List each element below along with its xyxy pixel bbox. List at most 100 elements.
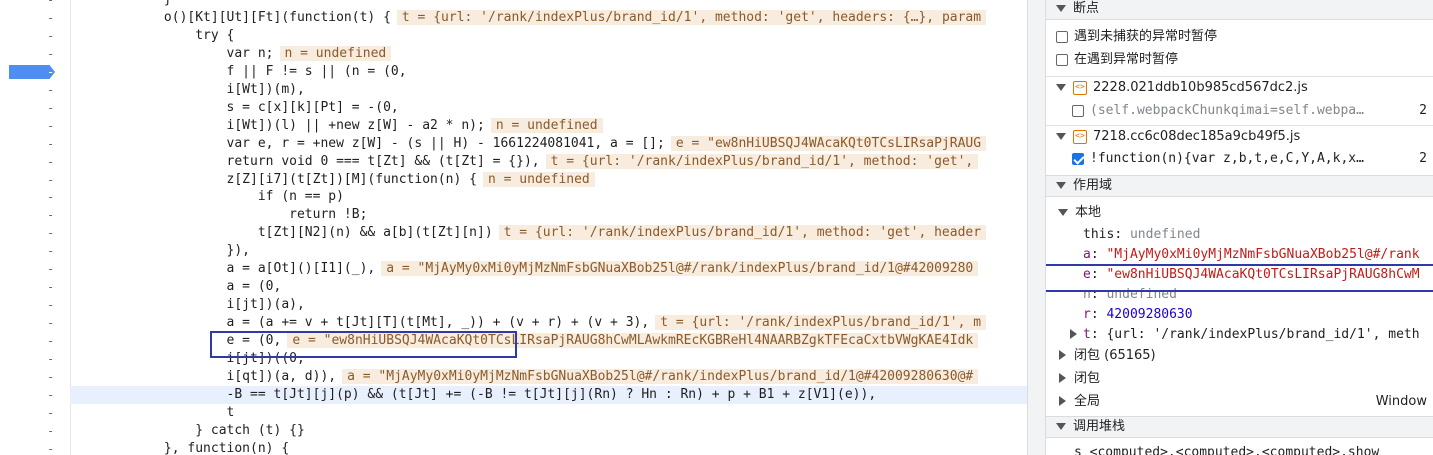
code-line[interactable]: i[qt])(a, d)), a = "MjAyMy0xMi0yMjMzNmFsb… bbox=[70, 368, 1027, 386]
gutter-line[interactable]: - bbox=[0, 314, 70, 332]
code-line[interactable]: a = a[Ot]()[I1](_), a = "MjAyMy0xMi0yMjMz… bbox=[70, 260, 1027, 278]
code-line[interactable]: o()[Kt][Ut][Ft](function(t) {t = {url: '… bbox=[70, 9, 1027, 27]
code-text: i[Wt])(m), bbox=[70, 82, 305, 97]
code-line[interactable]: a = (0, bbox=[70, 278, 1027, 296]
code-line[interactable]: var e, r = +new z[W] - (s || H) - 166122… bbox=[70, 135, 1027, 153]
code-line[interactable]: var n; n = undefined bbox=[70, 45, 1027, 63]
code-line[interactable]: a = (a += v + t[Jt][T](t[Mt], _)) + (v +… bbox=[70, 314, 1027, 332]
gutter-line[interactable]: - bbox=[0, 350, 70, 368]
gutter-line[interactable]: - bbox=[0, 368, 70, 386]
var-value: "MjAyMy0xMi0yMjMzNmFsbGNuaXBob25l@#/rank bbox=[1106, 247, 1420, 262]
scope-var-t[interactable]: t: {url: '/rank/indexPlus/brand_id/1', m… bbox=[1070, 324, 1433, 346]
checkbox-icon[interactable] bbox=[1056, 30, 1068, 43]
line-gutter[interactable]: - - - - - - - - - - - - - - - - - - - - - - - - - - bbox=[0, 0, 71, 455]
code-line[interactable]: } bbox=[70, 0, 1027, 9]
line-dash: - bbox=[47, 280, 55, 294]
code-text: o()[Kt][Ut][Ft](function(t) { bbox=[70, 10, 391, 25]
var-key: a bbox=[1083, 247, 1091, 262]
gutter-line[interactable]: - bbox=[0, 260, 70, 278]
callstack-section-header[interactable]: 调用堆栈 bbox=[1046, 416, 1433, 438]
scope-local[interactable]: 本地 bbox=[1048, 202, 1433, 224]
callstack-frame[interactable]: s <computed>.<computed>.<computed>.show bbox=[1074, 442, 1433, 455]
code-line[interactable]: if (n == p) bbox=[70, 188, 1027, 206]
code-line[interactable]: }), bbox=[70, 242, 1027, 260]
breakpoint-marker[interactable]: - bbox=[0, 63, 70, 81]
code-line[interactable]: t[Zt][N2](n) && a[b](t[Zt][n]) t = {url: … bbox=[70, 224, 1027, 242]
code-line[interactable]: i[Wt])(m), bbox=[70, 81, 1027, 99]
gutter-line[interactable]: - bbox=[0, 224, 70, 242]
line-dash: - bbox=[47, 190, 55, 204]
code-editor[interactable]: - - - - - - - - - - - - - - - - - - - - - - - - - - } o()[Kt][Ut]… bbox=[0, 0, 1027, 455]
scope-global[interactable]: 全局 Window bbox=[1048, 391, 1433, 413]
checkbox-icon[interactable] bbox=[1056, 53, 1068, 66]
expand-arrow-icon bbox=[1056, 132, 1066, 140]
code-text: a = (a += v + t[Jt][T](t[Mt], _)) + (v +… bbox=[70, 315, 650, 330]
code-line[interactable]: } catch (t) {} bbox=[70, 422, 1027, 440]
var-key: this bbox=[1083, 227, 1115, 242]
scope-var-a[interactable]: a: "MjAyMy0xMi0yMjMzNmFsbGNuaXBob25l@#/r… bbox=[1083, 244, 1433, 266]
line-dash: - bbox=[47, 11, 55, 25]
line-dash: - bbox=[47, 83, 55, 97]
gutter-line[interactable]: - bbox=[0, 386, 70, 404]
code-line[interactable]: s = c[x][k][Pt] = -(0, bbox=[70, 99, 1027, 117]
gutter-line[interactable]: - bbox=[0, 188, 70, 206]
panel-splitter[interactable] bbox=[1027, 0, 1046, 455]
scope-closure-1[interactable]: 闭包 (65165) bbox=[1048, 345, 1433, 367]
line-dash: - bbox=[47, 424, 55, 438]
code-text: if (n == p) bbox=[70, 189, 344, 204]
gutter-line[interactable]: - bbox=[0, 81, 70, 99]
scope-section-header[interactable]: 作用域 bbox=[1046, 175, 1433, 197]
gutter-line[interactable]: - bbox=[0, 153, 70, 171]
var-key: t bbox=[1083, 327, 1091, 342]
collapse-arrow-icon bbox=[1059, 373, 1066, 383]
gutter-line[interactable]: - bbox=[0, 440, 70, 455]
code-line[interactable]: return void 0 === t[Zt] && (t[Zt] = {}),… bbox=[70, 153, 1027, 171]
gutter-line[interactable]: - bbox=[0, 135, 70, 153]
breakpoint-file-1[interactable]: <> 2228.021ddb10b985cd567dc2.js bbox=[1046, 76, 1433, 99]
code-line[interactable]: z[Z][i7](t[Zt])[M](function(n) {n = unde… bbox=[70, 171, 1027, 189]
line-dash: - bbox=[47, 316, 55, 330]
scope-var-this[interactable]: this: undefined bbox=[1083, 224, 1433, 246]
gutter-line[interactable]: - bbox=[0, 242, 70, 260]
code-line[interactable]: return !B; bbox=[70, 206, 1027, 224]
gutter-line[interactable]: - bbox=[0, 422, 70, 440]
code-text: } bbox=[70, 0, 172, 7]
breakpoint-file-2[interactable]: <> 7218.cc6c08dec185a9cb49f5.js bbox=[1046, 125, 1433, 148]
breakpoint-arrow-icon[interactable]: - bbox=[9, 65, 55, 79]
checkbox-checked-icon[interactable] bbox=[1072, 152, 1084, 165]
breakpoint-entry-2[interactable]: !function(n){var z,b,t,e,C,Y,A,k,x… 2 bbox=[1072, 148, 1433, 170]
current-execution-line[interactable]: -B == t[Jt][j](p) && (t[Jt] += (-B != t[… bbox=[70, 386, 1027, 404]
code-line[interactable]: i[Wt])(l) || +new z[W] - a2 * n); n = und… bbox=[70, 117, 1027, 135]
inline-value-annotation: e = "ew8nHiUBSQJ4WAcaKQt0TCsLIRsaPjRAUG bbox=[670, 136, 987, 151]
code-text: t bbox=[70, 405, 235, 420]
breakpoints-section-header[interactable]: 断点 bbox=[1046, 0, 1433, 20]
gutter-line[interactable]: - bbox=[0, 332, 70, 350]
gutter-line[interactable]: - bbox=[0, 99, 70, 117]
code-line[interactable]: f || F != s || (n = (0, bbox=[70, 63, 1027, 81]
line-dash: - bbox=[47, 155, 55, 169]
inline-value-annotation: a = "MjAyMy0xMi0yMjMzNmFsbGNuaXBob25l@#/… bbox=[342, 369, 979, 384]
line-dash: - bbox=[47, 47, 55, 61]
gutter-line[interactable]: - bbox=[0, 27, 70, 45]
scope-closure-2[interactable]: 闭包 bbox=[1048, 368, 1433, 390]
code-line[interactable]: t bbox=[70, 404, 1027, 422]
gutter-line[interactable]: - bbox=[0, 0, 70, 9]
breakpoint-entry-1[interactable]: (self.webpackChunkqimai=self.webpa… 2 bbox=[1072, 100, 1433, 122]
code-line[interactable]: try { bbox=[70, 27, 1027, 45]
code-line[interactable]: }, function(n) { bbox=[70, 440, 1027, 455]
pause-caught-option[interactable]: 在遇到异常时暂停 bbox=[1056, 49, 1433, 71]
checkbox-icon[interactable] bbox=[1072, 104, 1084, 117]
pause-uncaught-option[interactable]: 遇到未捕获的异常时暂停 bbox=[1056, 26, 1433, 48]
gutter-line[interactable]: - bbox=[0, 117, 70, 135]
line-dash: - bbox=[47, 370, 55, 384]
gutter-line[interactable]: - bbox=[0, 9, 70, 27]
gutter-line[interactable]: - bbox=[0, 278, 70, 296]
gutter-line[interactable]: - bbox=[0, 171, 70, 189]
gutter-line[interactable]: - bbox=[0, 45, 70, 63]
scope-var-r[interactable]: r: 42009280630 bbox=[1083, 304, 1433, 326]
file-icon: <> bbox=[1073, 129, 1087, 144]
gutter-line[interactable]: - bbox=[0, 206, 70, 224]
gutter-line[interactable]: - bbox=[0, 296, 70, 314]
code-line[interactable]: i[jt])(a), bbox=[70, 296, 1027, 314]
gutter-line[interactable]: - bbox=[0, 404, 70, 422]
